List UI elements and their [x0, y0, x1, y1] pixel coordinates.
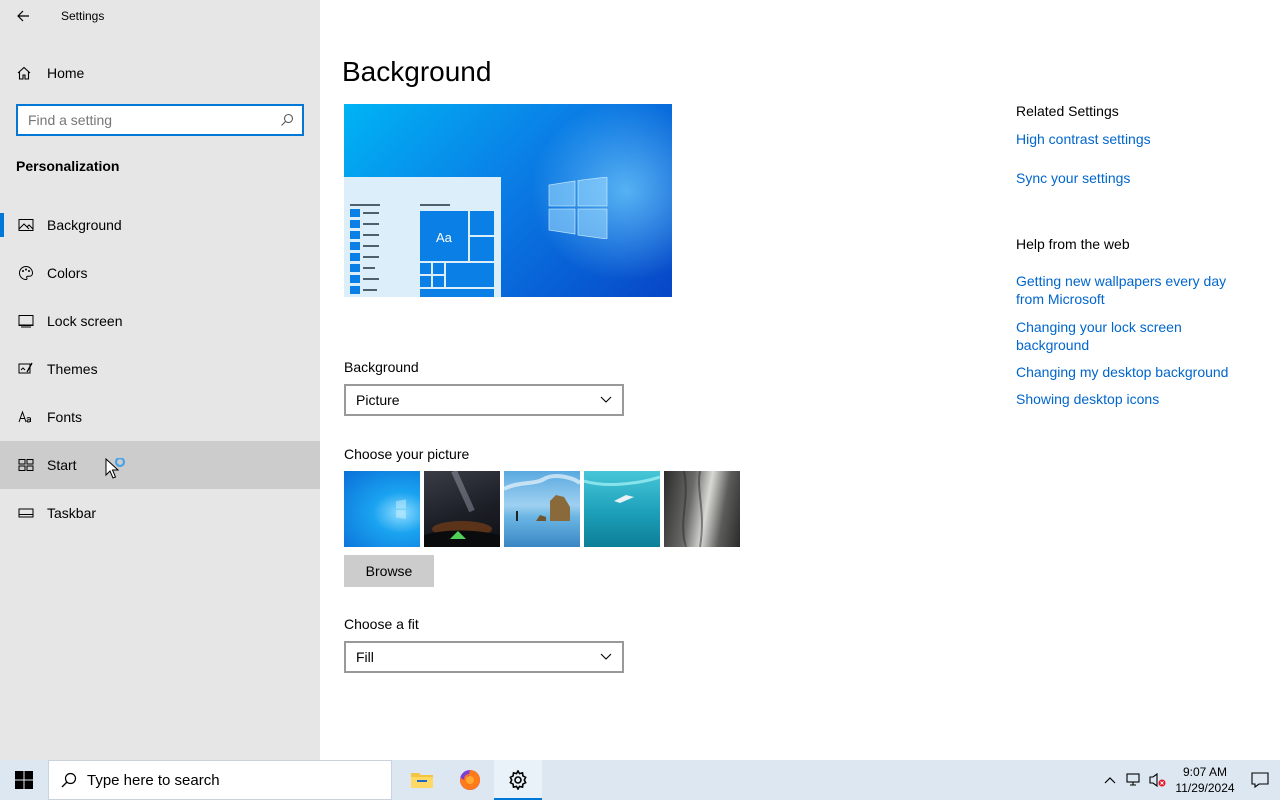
- beach-rocks-picture: [503, 474, 582, 521]
- sidebar-item-label: Start: [47, 457, 77, 473]
- sidebar-item-start[interactable]: Start: [0, 441, 320, 489]
- home-label: Home: [47, 65, 85, 81]
- chevron-down-icon: [600, 396, 612, 403]
- chevron-down-icon: [600, 653, 612, 660]
- night-tent-picture: [424, 469, 500, 547]
- picture-thumbnail-rock[interactable]: [664, 470, 740, 548]
- high-contrast-settings-link[interactable]: High contrast settings: [1016, 130, 1246, 148]
- clock-time: 9:07 AM: [1182, 765, 1228, 779]
- background-type-value: Picture: [356, 392, 400, 408]
- new-wallpapers-link[interactable]: Getting new wallpapers every day from Mi…: [1016, 272, 1246, 308]
- system-tray: 9:07 AM 11/29/2024: [1098, 760, 1280, 800]
- sync-settings-link[interactable]: Sync your settings: [1016, 169, 1246, 187]
- page-title: Background: [342, 56, 492, 87]
- firefox-icon: [460, 769, 481, 790]
- sidebar-item-themes[interactable]: Themes: [0, 345, 320, 393]
- search-input[interactable]: [28, 112, 280, 128]
- windows-start-icon: [15, 771, 33, 789]
- clock[interactable]: 9:07 AM 11/29/2024: [1170, 764, 1240, 796]
- main-content: Background Aa Background Picture Choose …: [320, 0, 1280, 760]
- home-icon: [17, 66, 31, 80]
- swimmer-picture: [583, 475, 661, 503]
- background-type-label: Background: [344, 359, 419, 375]
- sidebar-item-background[interactable]: Background: [0, 201, 320, 249]
- app-title: Settings: [61, 9, 105, 23]
- network-icon: [1126, 773, 1140, 786]
- fonts-icon: [18, 409, 34, 425]
- preview-sample-text: Aa: [436, 230, 452, 245]
- choose-fit-label: Choose a fit: [344, 616, 419, 632]
- desktop-background-link[interactable]: Changing my desktop background: [1016, 363, 1246, 381]
- sidebar-item-fonts[interactable]: Fonts: [0, 393, 320, 441]
- volume-button[interactable]: [1146, 760, 1170, 800]
- taskbar-apps: [398, 760, 542, 800]
- title-bar: Settings: [0, 0, 320, 32]
- gear-icon: [509, 770, 527, 790]
- taskbar-search-placeholder: Type here to search: [87, 771, 220, 789]
- picture-thumbnail-beach[interactable]: [503, 471, 582, 547]
- show-hidden-icons-button[interactable]: [1098, 760, 1122, 800]
- lock-screen-background-link[interactable]: Changing your lock screen background: [1016, 318, 1246, 354]
- sidebar-item-label: Background: [47, 217, 122, 233]
- search-icon: [61, 772, 77, 788]
- background-type-dropdown[interactable]: Picture: [344, 384, 624, 416]
- notification-icon: [1251, 772, 1269, 788]
- help-from-web-heading: Help from the web: [1016, 236, 1130, 252]
- start-button[interactable]: [0, 760, 48, 800]
- clock-date: 11/29/2024: [1175, 781, 1235, 795]
- taskbar-file-explorer[interactable]: [398, 760, 446, 800]
- section-title: Personalization: [16, 158, 120, 174]
- palette-icon: [18, 265, 34, 281]
- windows-logo-icon: [548, 177, 608, 239]
- sidebar-item-label: Fonts: [47, 409, 83, 425]
- taskbar: Type here to search 9:07 AM 11/29/2024: [0, 760, 1280, 800]
- taskbar-search-box[interactable]: Type here to search: [48, 760, 392, 800]
- windows-logo-icon: [396, 499, 406, 519]
- start-icon: [18, 457, 34, 473]
- back-button[interactable]: [0, 0, 46, 32]
- search-icon[interactable]: [280, 113, 294, 127]
- sidebar-item-label: Lock screen: [47, 313, 123, 329]
- taskbar-icon: [18, 505, 34, 521]
- related-settings-heading: Related Settings: [1016, 103, 1119, 119]
- picture-thumbnail-windows[interactable]: [344, 471, 420, 547]
- file-explorer-icon: [411, 773, 433, 788]
- fit-value: Fill: [356, 649, 374, 665]
- picture-thumbnail-night-sky[interactable]: [424, 469, 500, 547]
- settings-search-box[interactable]: [16, 104, 304, 136]
- chevron-up-icon: [1104, 777, 1116, 784]
- start-menu-mockup: [350, 204, 494, 297]
- back-arrow-icon: [17, 10, 29, 22]
- themes-icon: [18, 361, 34, 377]
- sidebar-item-label: Taskbar: [47, 505, 97, 521]
- sidebar: Settings Home Personalization Background…: [0, 0, 320, 760]
- desktop-icons-link[interactable]: Showing desktop icons: [1016, 390, 1246, 408]
- network-button[interactable]: [1122, 760, 1146, 800]
- sidebar-item-label: Themes: [47, 361, 98, 377]
- lock-screen-icon: [18, 313, 34, 329]
- action-center-button[interactable]: [1240, 760, 1280, 800]
- picture-thumbnail-underwater[interactable]: [583, 471, 661, 547]
- sidebar-item-lock-screen[interactable]: Lock screen: [0, 297, 320, 345]
- fit-dropdown[interactable]: Fill: [344, 641, 624, 673]
- volume-muted-icon: [1149, 772, 1166, 788]
- desktop-preview: Aa: [344, 104, 672, 297]
- home-button[interactable]: Home: [0, 56, 320, 90]
- sidebar-item-colors[interactable]: Colors: [0, 249, 320, 297]
- rock-wall-picture: [682, 470, 703, 548]
- sidebar-nav: Background Colors Lock screen Themes Fon…: [0, 201, 320, 537]
- taskbar-firefox[interactable]: [446, 760, 494, 800]
- browse-button[interactable]: Browse: [344, 555, 434, 587]
- preview-start-menu: [344, 177, 501, 297]
- mouse-pointer-icon: [105, 458, 126, 479]
- sidebar-item-taskbar[interactable]: Taskbar: [0, 489, 320, 537]
- picture-thumbnails: [344, 469, 740, 548]
- sidebar-item-label: Colors: [47, 265, 88, 281]
- taskbar-settings[interactable]: [494, 760, 542, 800]
- choose-picture-label: Choose your picture: [344, 446, 470, 462]
- picture-icon: [18, 217, 34, 233]
